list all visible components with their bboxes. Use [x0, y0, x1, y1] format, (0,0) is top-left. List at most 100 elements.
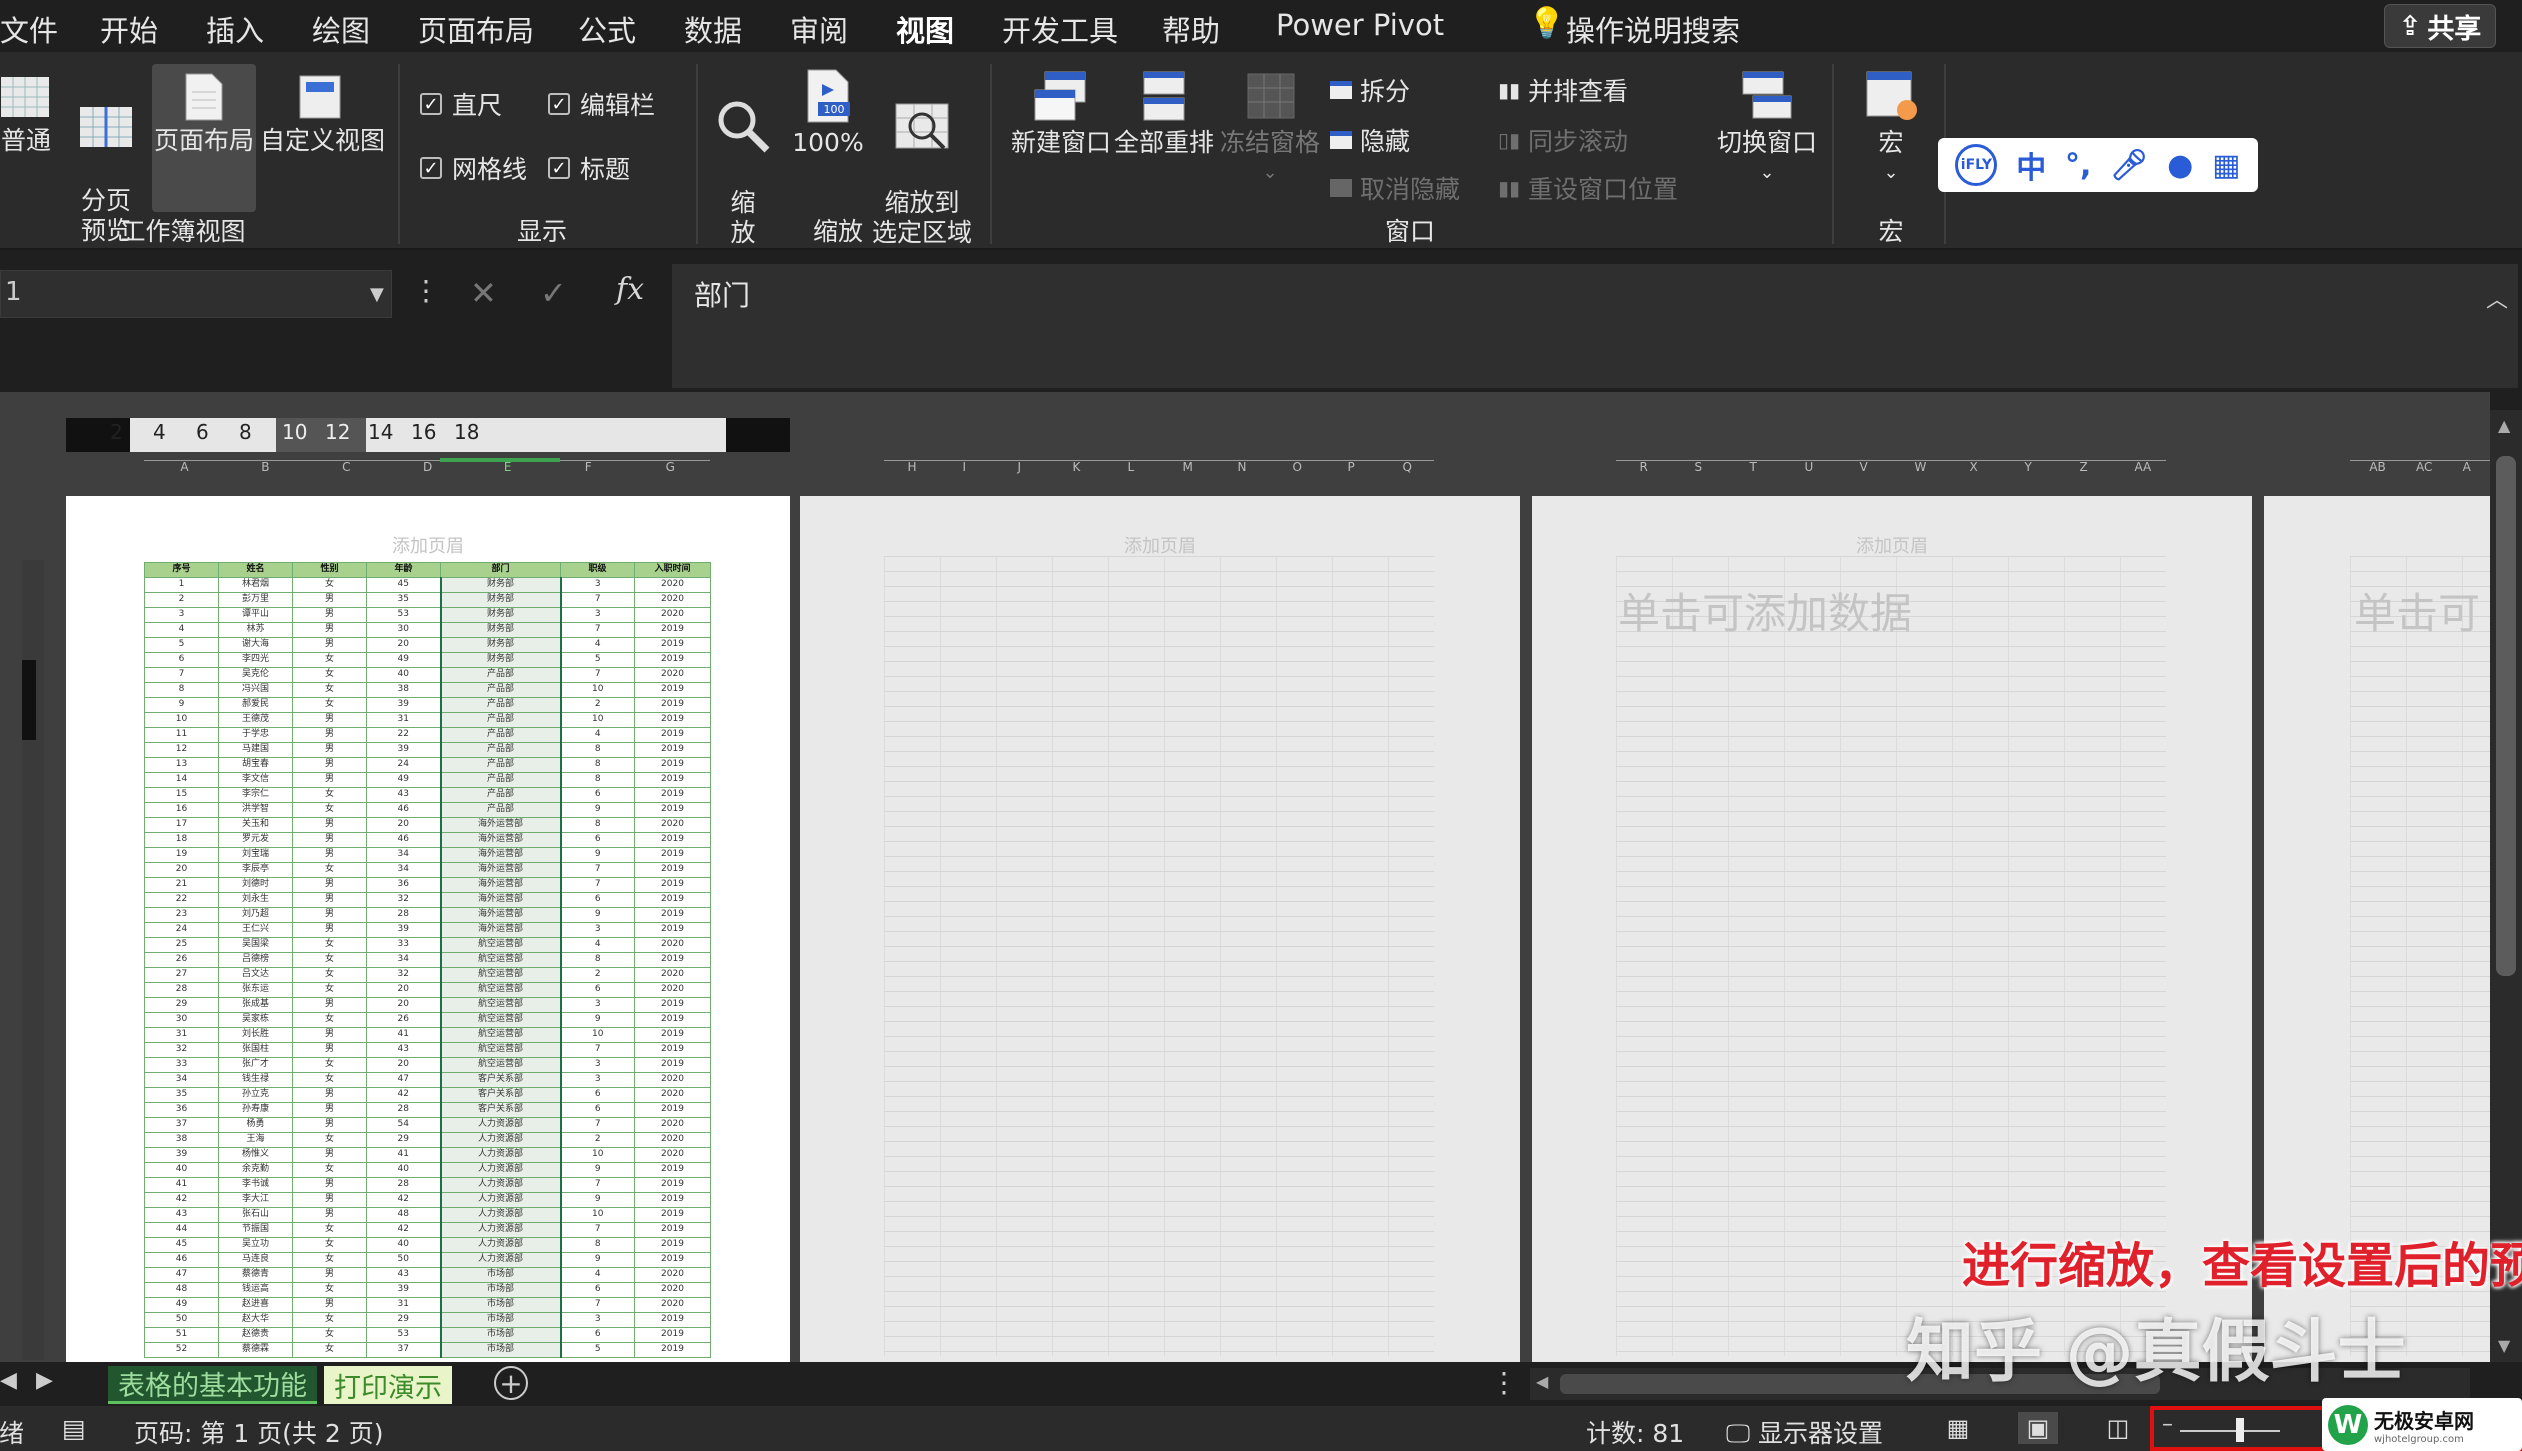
table-cell[interactable]: 男 — [292, 607, 367, 623]
table-cell[interactable]: 2020 — [634, 577, 711, 593]
table-cell[interactable]: 女 — [292, 982, 367, 998]
table-cell[interactable]: 海外运营部 — [439, 847, 562, 863]
table-cell[interactable]: 2019 — [634, 727, 711, 743]
table-cell[interactable]: 男 — [292, 757, 367, 773]
table-cell[interactable]: 6 — [560, 832, 635, 848]
table-row[interactable]: 29 张成基男 20 航空运营部 3 2019 — [144, 997, 711, 1013]
table-cell[interactable]: 28 — [366, 1177, 441, 1193]
table-cell[interactable]: 42 — [144, 1192, 219, 1208]
table-cell[interactable]: 9 — [560, 1192, 635, 1208]
table-cell[interactable]: 男 — [292, 592, 367, 608]
table-cell[interactable]: 谭平山 — [218, 607, 293, 623]
zoom-slider-track[interactable] — [2180, 1430, 2280, 1432]
table-cell[interactable]: 20 — [144, 862, 219, 878]
column-header[interactable]: AC — [2416, 460, 2432, 474]
table-cell[interactable]: 2019 — [634, 1312, 711, 1328]
table-row[interactable]: 27 吕文达女 32 航空运营部 2 2020 — [144, 967, 711, 983]
table-cell[interactable]: 2019 — [634, 922, 711, 938]
table-cell[interactable]: 航空运营部 — [439, 1042, 562, 1058]
table-cell[interactable]: 男 — [292, 1147, 367, 1163]
table-cell[interactable]: 47 — [144, 1267, 219, 1283]
table-cell[interactable]: 马连良 — [218, 1252, 293, 1268]
scroll-up-icon[interactable]: ▲ — [2498, 416, 2510, 435]
table-cell[interactable]: 女 — [292, 862, 367, 878]
table-cell[interactable]: 25 — [144, 937, 219, 953]
table-cell[interactable]: 2020 — [634, 1267, 711, 1283]
table-cell[interactable]: 赵德贵 — [218, 1327, 293, 1343]
table-cell[interactable]: 2019 — [634, 847, 711, 863]
table-row[interactable]: 45 吴立功女 40 人力资源部 8 2019 — [144, 1237, 711, 1253]
table-cell[interactable]: 4 — [144, 622, 219, 638]
table-row[interactable]: 47 蔡德青男 43 市场部 4 2020 — [144, 1267, 711, 1283]
table-cell[interactable]: 2 — [560, 967, 635, 983]
table-cell[interactable]: 男 — [292, 637, 367, 653]
table-cell[interactable]: 2020 — [634, 667, 711, 683]
table-cell[interactable]: 22 — [366, 727, 441, 743]
table-cell[interactable]: 人力资源部 — [439, 1222, 562, 1238]
table-cell[interactable]: 10 — [560, 1147, 635, 1163]
freeze-panes-button[interactable]: 冻结窗格 ⌄ — [1220, 68, 1320, 188]
table-row[interactable]: 18 罗元发男 46 海外运营部 6 2019 — [144, 832, 711, 848]
table-cell[interactable]: 36 — [144, 1102, 219, 1118]
table-cell[interactable]: 男 — [292, 1042, 367, 1058]
table-cell[interactable]: 36 — [366, 877, 441, 893]
menu-item-3[interactable]: 绘图 — [312, 8, 370, 50]
table-cell[interactable]: 7 — [560, 622, 635, 638]
column-header[interactable]: Z — [2080, 460, 2088, 474]
table-cell[interactable]: 航空运营部 — [439, 1012, 562, 1028]
table-cell[interactable]: 男 — [292, 1087, 367, 1103]
table-cell[interactable]: 2019 — [634, 1177, 711, 1193]
table-cell[interactable]: 女 — [292, 1162, 367, 1178]
table-cell[interactable]: 李书诚 — [218, 1177, 293, 1193]
table-cell[interactable]: 2 — [144, 592, 219, 608]
table-row[interactable]: 33 张广才女 20 航空运营部 3 2019 — [144, 1057, 711, 1073]
table-cell[interactable]: 男 — [292, 1267, 367, 1283]
table-cell[interactable]: 罗元发 — [218, 832, 293, 848]
table-cell[interactable]: 女 — [292, 652, 367, 668]
table-cell[interactable]: 2019 — [634, 1192, 711, 1208]
table-cell[interactable]: 20 — [366, 982, 441, 998]
enter-icon[interactable]: ✓ — [540, 274, 567, 312]
table-row[interactable]: 28 张东运女 20 航空运营部 6 2020 — [144, 982, 711, 998]
table-row[interactable]: 41 李书诚男 28 人力资源部 7 2019 — [144, 1177, 711, 1193]
table-cell[interactable]: 16 — [144, 802, 219, 818]
table-cell[interactable]: 43 — [144, 1207, 219, 1223]
table-cell[interactable]: 24 — [366, 757, 441, 773]
table-cell[interactable]: 男 — [292, 1117, 367, 1133]
column-header[interactable]: O — [1293, 460, 1302, 474]
table-cell[interactable]: 吴立功 — [218, 1237, 293, 1253]
column-header[interactable]: R — [1640, 460, 1648, 474]
table-cell[interactable]: 女 — [292, 697, 367, 713]
table-cell[interactable]: 航空运营部 — [439, 952, 562, 968]
table-cell[interactable]: 人力资源部 — [439, 1207, 562, 1223]
table-cell[interactable]: 人力资源部 — [439, 1117, 562, 1133]
table-row[interactable]: 25 吴国梁女 33 航空运营部 4 2020 — [144, 937, 711, 953]
tab-scroll-right-icon[interactable]: ▶ — [36, 1368, 53, 1393]
table-cell[interactable]: 市场部 — [439, 1267, 562, 1283]
table-cell[interactable]: 2020 — [634, 937, 711, 953]
more-options-icon[interactable]: ⋮ — [412, 274, 440, 307]
table-cell[interactable]: 40 — [366, 1162, 441, 1178]
collapse-formula-bar-icon[interactable]: ︿ — [2486, 282, 2508, 314]
microphone-icon[interactable]: 🎤︎ — [2110, 148, 2148, 183]
table-cell[interactable]: 31 — [366, 1297, 441, 1313]
formula-bar-checkbox[interactable]: ✓ 编辑栏 — [548, 86, 655, 122]
table-row[interactable]: 10 王德茂男 31 产品部 10 2019 — [144, 712, 711, 728]
table-cell[interactable]: 2019 — [634, 952, 711, 968]
table-cell[interactable]: 李宗仁 — [218, 787, 293, 803]
table-cell[interactable]: 2019 — [634, 1102, 711, 1118]
column-header[interactable]: W — [1915, 460, 1927, 474]
menu-item-7[interactable]: 审阅 — [790, 8, 848, 50]
table-cell[interactable]: 钱生禄 — [218, 1072, 293, 1088]
table-row[interactable]: 26 吕德榜女 34 航空运营部 8 2019 — [144, 952, 711, 968]
table-cell[interactable]: 男 — [292, 877, 367, 893]
table-cell[interactable]: 产品部 — [439, 772, 562, 788]
table-cell[interactable]: 6 — [560, 787, 635, 803]
accessibility-icon[interactable]: ▤ — [62, 1414, 86, 1443]
table-cell[interactable]: 6 — [560, 982, 635, 998]
table-cell[interactable]: 客户关系部 — [439, 1072, 562, 1088]
table-row[interactable]: 7 吴克伦女 40 产品部 7 2020 — [144, 667, 711, 683]
table-cell[interactable]: 吴国梁 — [218, 937, 293, 953]
table-cell[interactable]: 林苏 — [218, 622, 293, 638]
table-row[interactable]: 14 李文信男 49 产品部 8 2019 — [144, 772, 711, 788]
